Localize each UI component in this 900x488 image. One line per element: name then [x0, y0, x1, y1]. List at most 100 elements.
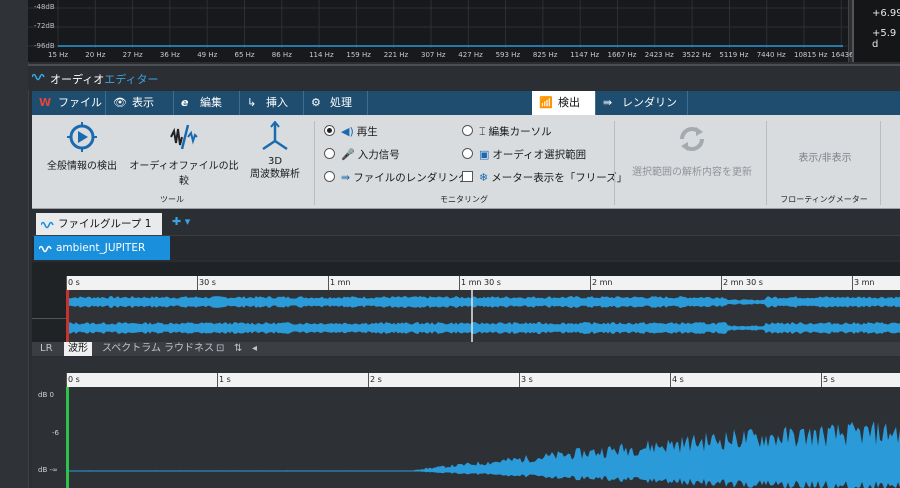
3d-frequency-analysis-button[interactable]: 3D 周波数解析: [244, 121, 306, 181]
group-separator: [766, 121, 767, 205]
update-analysis-button[interactable]: 選択範囲の解析内容を更新: [620, 123, 764, 178]
frequency-label: 3522 Hz: [682, 51, 712, 59]
tab-rendering[interactable]: ⇛レンダリング: [596, 91, 688, 133]
frequency-label: 36 Hz: [159, 51, 180, 59]
frequency-label: 593 Hz: [495, 51, 521, 59]
refresh-icon: [680, 127, 704, 151]
ruler-tick-label: 0 s: [68, 375, 80, 384]
speaker-icon: ◀): [341, 125, 354, 138]
eye-icon: 👁: [113, 96, 127, 109]
audio-editor-titlebar: オーディオエディター: [28, 64, 900, 90]
ruler-tick-label: 3 s: [521, 375, 533, 384]
frequency-label: 427 Hz: [458, 51, 483, 59]
monitor-audio-selection-radio[interactable]: ▣ オーディオ選択範囲: [462, 147, 586, 162]
monitor-edit-cursor-radio[interactable]: ⌶ 編集カーソル: [462, 124, 552, 139]
frequency-label: 2423 Hz: [644, 51, 674, 59]
group-separator: [314, 121, 315, 205]
ruler-tick-label: 30 s: [199, 278, 216, 287]
freeze-meters-checkbox[interactable]: ❄ メーター表示を「フリーズ」: [462, 170, 627, 185]
tab-file[interactable]: W ファイル: [32, 91, 106, 115]
meter-value: +5.9 d: [872, 28, 897, 50]
tab-loudness[interactable]: ラウドネス: [160, 342, 218, 356]
ruler-tick: [519, 373, 520, 387]
ruler-tick: [328, 276, 329, 290]
ruler-tick-label: 4 s: [672, 375, 684, 384]
compare-files-icon: [170, 124, 198, 150]
global-analysis-icon: [67, 122, 97, 152]
group-separator: [614, 121, 615, 205]
snowflake-icon: ❄: [479, 171, 489, 184]
tab-view[interactable]: 👁 表示: [106, 91, 174, 115]
ruler-tick: [368, 373, 369, 387]
tab-waveform[interactable]: 波形: [64, 342, 92, 356]
db-scale-label: dB -∞: [38, 466, 58, 474]
file-tab-bar: ambient_JUPITER: [32, 236, 900, 260]
group-separator: [880, 121, 881, 205]
scroll-left-icon[interactable]: ◂: [248, 342, 261, 356]
waveform-icon: [39, 245, 52, 253]
ruler-tick: [721, 276, 722, 290]
edit-cursor-icon: ⌶: [479, 125, 486, 138]
insert-icon: ↳: [247, 96, 257, 109]
swap-view-icon[interactable]: ⇅: [230, 342, 246, 356]
view-tabs-bar: LR 波形 スペクトラム ラウドネス ⊡ ⇅ ◂: [32, 342, 900, 356]
ruler-tick-label: 2 mn 30 s: [723, 278, 763, 287]
ruler-tick-label: 5 s: [823, 375, 835, 384]
wavelab-logo-icon: W: [39, 96, 52, 109]
microphone-icon: 🎤: [341, 148, 355, 161]
waveform-icon: [41, 221, 54, 229]
ribbon-panel: 全般情報の検出 オーディオファイルの比較 3D 周波数解析 ツール ◀) 再生 🎤…: [32, 115, 900, 209]
tab-edit[interactable]: e 編集: [174, 91, 240, 115]
3d-axes-icon: [262, 121, 288, 151]
frequency-label: 15 Hz: [48, 51, 69, 59]
channel-lr-toggle[interactable]: LR: [36, 342, 57, 356]
floating-meter-toggle-button[interactable]: 表示/非表示: [772, 149, 878, 164]
file-tab[interactable]: ambient_JUPITER: [34, 236, 170, 260]
monitoring-group-label: モニタリング: [440, 195, 488, 204]
ruler-tick: [459, 276, 460, 290]
main-time-ruler[interactable]: 0 s 1 s 2 s 3 s 4 s 5 s: [66, 373, 900, 387]
tab-insert[interactable]: ↳ 挿入: [240, 91, 304, 115]
db-scale-label: -6: [52, 429, 59, 437]
meter-value: +6.99: [872, 8, 900, 19]
frequency-label: 159 Hz: [346, 51, 371, 59]
spectrum-analyzer: -48dB -72dB -96dB 15 Hz 20 Hz 27 Hz 36 Hz 49…: [28, 0, 865, 62]
editor-title: オーディオ: [50, 73, 105, 86]
floating-meter-group-label: フローティングメーター: [780, 195, 868, 204]
ruler-tick-label: 0 s: [68, 278, 80, 287]
tab-analysis[interactable]: 📶 検出: [532, 91, 596, 115]
ruler-tick: [852, 276, 853, 290]
ruler-tick-label: 1 mn: [330, 278, 351, 287]
ruler-tick-label: 2 s: [370, 375, 382, 384]
compare-audio-files-button[interactable]: オーディオファイルの比較: [126, 121, 242, 187]
main-waveform-panel[interactable]: 0 s 1 s 2 s 3 s 4 s 5 s dB 0 -6 dB -∞: [32, 357, 900, 488]
ribbon-tab-bar: Wファイル 👁表示 e編集 ↳挿入 ⚙処理 📶検出 ⇛レンダリング: [32, 91, 900, 133]
monitor-render-radio[interactable]: ⇛ ファイルのレンダリング: [324, 170, 469, 185]
main-waveform-graphic: [66, 387, 900, 488]
overview-time-ruler[interactable]: 0 s 30 s 1 mn 1 mn 30 s 2 mn 2 mn 30 s 3 mn: [66, 276, 900, 290]
left-panel-strip: [0, 0, 29, 488]
overview-waveform-panel[interactable]: 0 s 30 s 1 mn 1 mn 30 s 2 mn 2 mn 30 s 3 mn: [32, 262, 900, 342]
tab-process[interactable]: ⚙ 処理: [304, 91, 368, 115]
db-label: -72dB: [34, 22, 55, 30]
ruler-tick: [197, 276, 198, 290]
overview-waveform-graphic: [66, 290, 900, 342]
tab-spectrum[interactable]: スペクトラム: [98, 342, 165, 356]
frequency-label: 825 Hz: [532, 51, 558, 59]
overview-waveform[interactable]: [66, 290, 900, 342]
ruler-tick: [590, 276, 591, 290]
render-icon: ⇛: [603, 96, 613, 109]
spectrum-grid: [28, 0, 848, 48]
file-group-bar: ファイルグループ 1 ✚ ▾: [32, 211, 900, 236]
frequency-label: 65 Hz: [234, 51, 255, 59]
ruler-tick: [670, 373, 671, 387]
global-analysis-button[interactable]: 全般情報の検出: [38, 121, 126, 172]
add-group-button[interactable]: ✚ ▾: [172, 215, 190, 228]
monitor-playback-radio[interactable]: ◀) 再生: [324, 124, 378, 139]
monitor-input-radio[interactable]: 🎤 入力信号: [324, 147, 400, 162]
file-group-tab[interactable]: ファイルグループ 1: [36, 213, 162, 235]
selection-range-icon: ▣: [479, 148, 490, 161]
view-option-icon[interactable]: ⊡: [212, 342, 228, 356]
ruler-tick-label: 2 mn: [592, 278, 613, 287]
frequency-label: 1667 Hz: [607, 51, 637, 59]
